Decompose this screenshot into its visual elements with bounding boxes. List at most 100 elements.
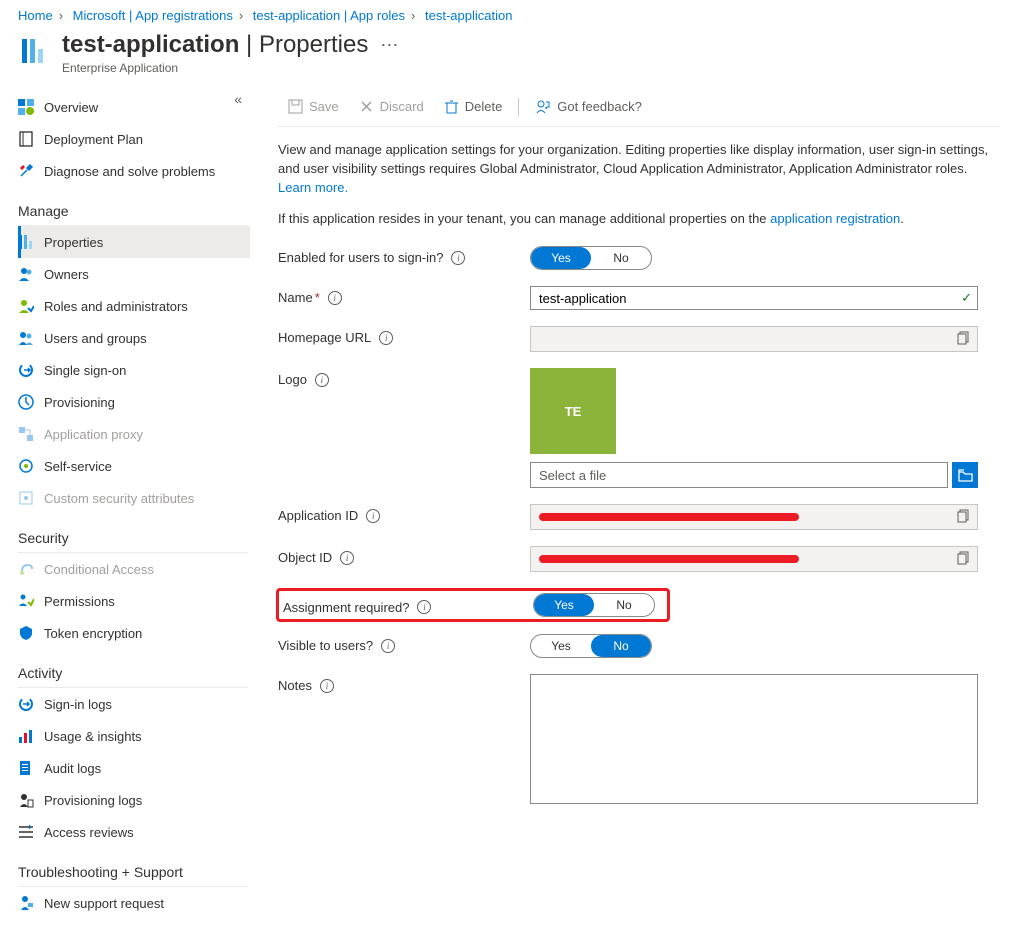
nav-label: Users and groups	[44, 331, 147, 346]
nav-support[interactable]: New support request	[18, 887, 250, 919]
nav-self-service[interactable]: Self-service	[18, 450, 250, 482]
nav-sso[interactable]: Single sign-on	[18, 354, 250, 386]
nav-provisioning-logs[interactable]: Provisioning logs	[18, 784, 250, 816]
page-subtitle: Enterprise Application	[62, 61, 368, 75]
nav-label: Custom security attributes	[44, 491, 194, 506]
nav-roles[interactable]: Roles and administrators	[18, 290, 250, 322]
copy-icon[interactable]	[957, 551, 971, 568]
learn-more-link[interactable]: Learn more.	[278, 180, 348, 195]
info-icon[interactable]: i	[315, 373, 329, 387]
browse-button[interactable]	[952, 462, 978, 488]
nav-label: Token encryption	[44, 626, 142, 641]
nav-label: Overview	[44, 100, 98, 115]
nav-custom-attrs: Custom security attributes	[18, 482, 250, 514]
collapse-sidebar-icon[interactable]: «	[226, 87, 250, 111]
nav-label: Conditional Access	[44, 562, 154, 577]
nav-audit-logs[interactable]: Audit logs	[18, 752, 250, 784]
save-button: Save	[278, 87, 349, 126]
nav-label: New support request	[44, 896, 164, 911]
info-icon[interactable]: i	[379, 331, 393, 345]
label-homepage: Homepage URLi	[278, 326, 530, 345]
provlogs-icon	[18, 792, 34, 808]
nav-label: Diagnose and solve problems	[44, 164, 215, 179]
nav-group-trouble: Troubleshooting + Support	[18, 854, 248, 887]
label-notes: Notesi	[278, 674, 530, 693]
nav-label: Deployment Plan	[44, 132, 143, 147]
app-registration-link[interactable]: application registration	[770, 211, 900, 226]
textarea-notes[interactable]	[530, 674, 978, 804]
more-icon[interactable]: ⋯	[380, 35, 399, 56]
label-logo: Logoi	[278, 368, 530, 387]
page-title: test-application | Properties	[62, 31, 368, 59]
label-appid: Application IDi	[278, 504, 530, 523]
feedback-button[interactable]: Got feedback?	[525, 87, 652, 126]
info-icon[interactable]: i	[451, 251, 465, 265]
field-objid	[530, 546, 978, 572]
nav-signin-logs[interactable]: Sign-in logs	[18, 688, 250, 720]
field-homepage	[530, 326, 978, 352]
nav-access-reviews[interactable]: Access reviews	[18, 816, 250, 848]
nav-token-encryption[interactable]: Token encryption	[18, 617, 250, 649]
nav-label: Properties	[44, 235, 103, 250]
discard-button: Discard	[349, 87, 434, 126]
crumb-appreg[interactable]: Microsoft | App registrations	[73, 8, 233, 23]
info-icon[interactable]: i	[328, 291, 342, 305]
toggle-no[interactable]: No	[591, 635, 651, 657]
field-appid	[530, 504, 978, 530]
file-input[interactable]: Select a file	[530, 462, 948, 488]
crumb-home[interactable]: Home	[18, 8, 53, 23]
folder-icon	[958, 468, 973, 483]
overview-icon	[18, 99, 34, 115]
nav-app-proxy: Application proxy	[18, 418, 250, 450]
info-icon[interactable]: i	[417, 600, 431, 614]
book-icon	[18, 131, 34, 147]
crumb-approles[interactable]: test-application | App roles	[253, 8, 405, 23]
delete-button[interactable]: Delete	[434, 87, 513, 126]
nav-overview[interactable]: Overview	[18, 91, 250, 123]
nav-usage[interactable]: Usage & insights	[18, 720, 250, 752]
audit-icon	[18, 760, 34, 776]
provisioning-icon	[18, 394, 34, 410]
attrs-icon	[18, 490, 34, 506]
nav-owners[interactable]: Owners	[18, 258, 250, 290]
info-icon[interactable]: i	[366, 509, 380, 523]
redacted-value	[539, 555, 799, 563]
info-icon[interactable]: i	[320, 679, 334, 693]
nav-label: Application proxy	[44, 427, 143, 442]
toggle-no[interactable]: No	[591, 247, 651, 269]
label-name: Name*i	[278, 286, 530, 305]
nav-label: Usage & insights	[44, 729, 142, 744]
users-icon	[18, 330, 34, 346]
nav-properties[interactable]: Properties	[18, 226, 250, 258]
toggle-no[interactable]: No	[594, 594, 654, 616]
nav-label: Provisioning logs	[44, 793, 142, 808]
nav-group-security: Security	[18, 520, 248, 553]
nav-label: Roles and administrators	[44, 299, 188, 314]
info-icon[interactable]: i	[381, 639, 395, 653]
main-content: Save Discard Delete Got feedback? View a…	[250, 87, 1018, 939]
page-header: test-application | Properties Enterprise…	[0, 27, 1018, 87]
wrench-icon	[18, 163, 34, 179]
nav-deployment[interactable]: Deployment Plan	[18, 123, 250, 155]
nav-permissions[interactable]: Permissions	[18, 585, 250, 617]
toggle-yes[interactable]: Yes	[534, 594, 594, 616]
intro-text-1: View and manage application settings for…	[278, 141, 1000, 198]
toggle-yes[interactable]: Yes	[531, 635, 591, 657]
app-logo-icon	[18, 35, 50, 67]
permissions-icon	[18, 593, 34, 609]
input-name[interactable]	[530, 286, 978, 310]
toggle-enabled[interactable]: Yes No	[530, 246, 652, 270]
nav-label: Access reviews	[44, 825, 134, 840]
crumb-app[interactable]: test-application	[425, 8, 512, 23]
nav-provisioning[interactable]: Provisioning	[18, 386, 250, 418]
copy-icon[interactable]	[957, 509, 971, 526]
nav-users-groups[interactable]: Users and groups	[18, 322, 250, 354]
toggle-yes[interactable]: Yes	[531, 247, 591, 269]
nav-label: Sign-in logs	[44, 697, 112, 712]
usage-icon	[18, 728, 34, 744]
info-icon[interactable]: i	[340, 551, 354, 565]
copy-icon[interactable]	[957, 331, 971, 348]
nav-diagnose[interactable]: Diagnose and solve problems	[18, 155, 250, 187]
toggle-visible[interactable]: Yes No	[530, 634, 652, 658]
toggle-assignment[interactable]: Yes No	[533, 593, 655, 617]
